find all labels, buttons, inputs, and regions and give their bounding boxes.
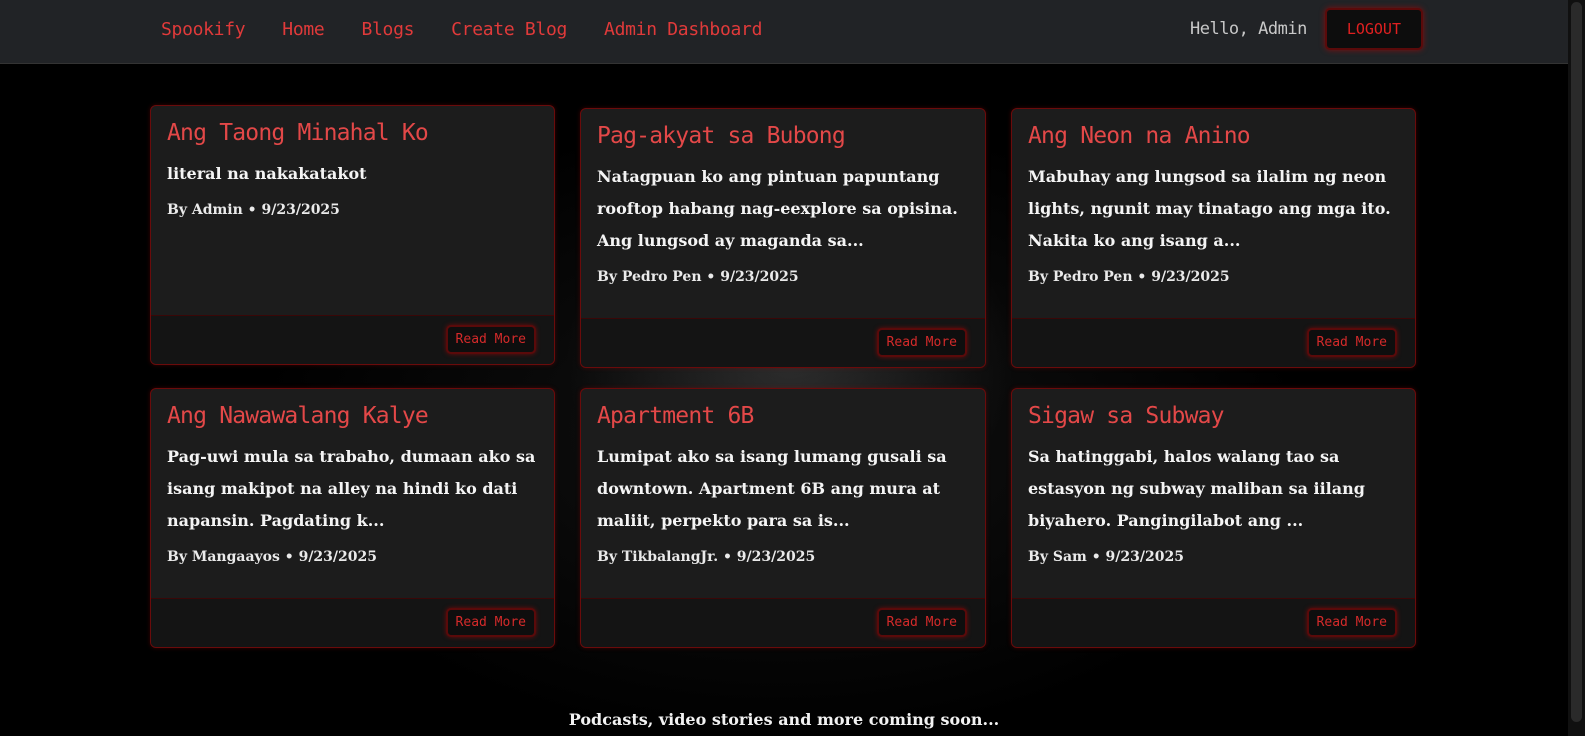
nav-user-area: Hello, Admin LOGOUT: [1190, 0, 1423, 58]
blog-card-grid: Ang Taong Minahal Ko literal na nakakata…: [150, 105, 1416, 648]
logout-button[interactable]: LOGOUT: [1324, 8, 1423, 50]
card-title: Sigaw sa Subway: [1028, 403, 1225, 429]
card-meta: By Admin • 9/23/2025: [167, 202, 340, 218]
blog-card: Pag-akyat sa Bubong Natagpuan ko ang pin…: [580, 108, 986, 368]
coming-soon-note: Podcasts, video stories and more coming …: [568, 710, 1000, 729]
blog-card: Apartment 6B Lumipat ako sa isang lumang…: [580, 388, 986, 648]
card-meta: By Pedro Pen • 9/23/2025: [1028, 269, 1230, 285]
card-body: Ang Nawawalang Kalye Pag-uwi mula sa tra…: [151, 389, 554, 599]
card-excerpt: literal na nakakatakot: [167, 164, 367, 183]
card-title: Ang Neon na Anino: [1028, 123, 1251, 149]
read-more-button[interactable]: Read More: [876, 608, 967, 637]
card-footer: Read More: [1012, 598, 1415, 647]
top-navbar: Spookify Home Blogs Create Blog Admin Da…: [0, 0, 1568, 64]
brand-link[interactable]: Spookify: [161, 19, 246, 40]
card-title: Ang Nawawalang Kalye: [167, 403, 429, 429]
blog-card: Ang Neon na Anino Mabuhay ang lungsod sa…: [1011, 108, 1416, 368]
nav-link-home[interactable]: Home: [282, 19, 324, 40]
read-more-button[interactable]: Read More: [445, 608, 536, 637]
card-title: Pag-akyat sa Bubong: [597, 123, 846, 149]
nav-link-admin-dashboard[interactable]: Admin Dashboard: [604, 19, 762, 40]
read-more-button[interactable]: Read More: [445, 325, 536, 354]
card-meta: By Mangaayos • 9/23/2025: [167, 549, 377, 565]
blog-card: Ang Nawawalang Kalye Pag-uwi mula sa tra…: [150, 388, 555, 648]
read-more-button[interactable]: Read More: [1306, 608, 1397, 637]
nav-link-blogs[interactable]: Blogs: [361, 19, 414, 40]
nav-links: Spookify Home Blogs Create Blog Admin Da…: [161, 0, 799, 58]
blog-card: Ang Taong Minahal Ko literal na nakakata…: [150, 105, 555, 365]
card-footer: Read More: [581, 598, 985, 647]
card-meta: By Sam • 9/23/2025: [1028, 549, 1184, 565]
card-body: Pag-akyat sa Bubong Natagpuan ko ang pin…: [581, 109, 985, 319]
read-more-button[interactable]: Read More: [876, 328, 967, 357]
card-body: Ang Neon na Anino Mabuhay ang lungsod sa…: [1012, 109, 1415, 319]
card-footer: Read More: [151, 315, 554, 364]
card-excerpt: Sa hatinggabi, halos walang tao sa estas…: [1028, 447, 1365, 530]
read-more-button[interactable]: Read More: [1306, 328, 1397, 357]
card-body: Sigaw sa Subway Sa hatinggabi, halos wal…: [1012, 389, 1415, 599]
card-excerpt: Natagpuan ko ang pintuan papuntang rooft…: [597, 167, 958, 250]
card-body: Ang Taong Minahal Ko literal na nakakata…: [151, 106, 554, 316]
vertical-scrollbar[interactable]: [1568, 0, 1585, 736]
card-title: Apartment 6B: [597, 403, 754, 429]
card-footer: Read More: [151, 598, 554, 647]
card-excerpt: Pag-uwi mula sa trabaho, dumaan ako sa i…: [167, 447, 536, 530]
card-meta: By TikbalangJr. • 9/23/2025: [597, 549, 816, 565]
card-excerpt: Mabuhay ang lungsod sa ilalim ng neon li…: [1028, 167, 1391, 250]
card-meta: By Pedro Pen • 9/23/2025: [597, 269, 799, 285]
user-greeting: Hello, Admin: [1189, 19, 1307, 39]
card-body: Apartment 6B Lumipat ako sa isang lumang…: [581, 389, 985, 599]
nav-link-create-blog[interactable]: Create Blog: [451, 19, 567, 40]
card-title: Ang Taong Minahal Ko: [167, 120, 429, 146]
card-excerpt: Lumipat ako sa isang lumang gusali sa do…: [597, 447, 947, 530]
card-footer: Read More: [1012, 318, 1415, 367]
blog-card: Sigaw sa Subway Sa hatinggabi, halos wal…: [1011, 388, 1416, 648]
card-footer: Read More: [581, 318, 985, 367]
scrollbar-thumb[interactable]: [1571, 2, 1582, 722]
